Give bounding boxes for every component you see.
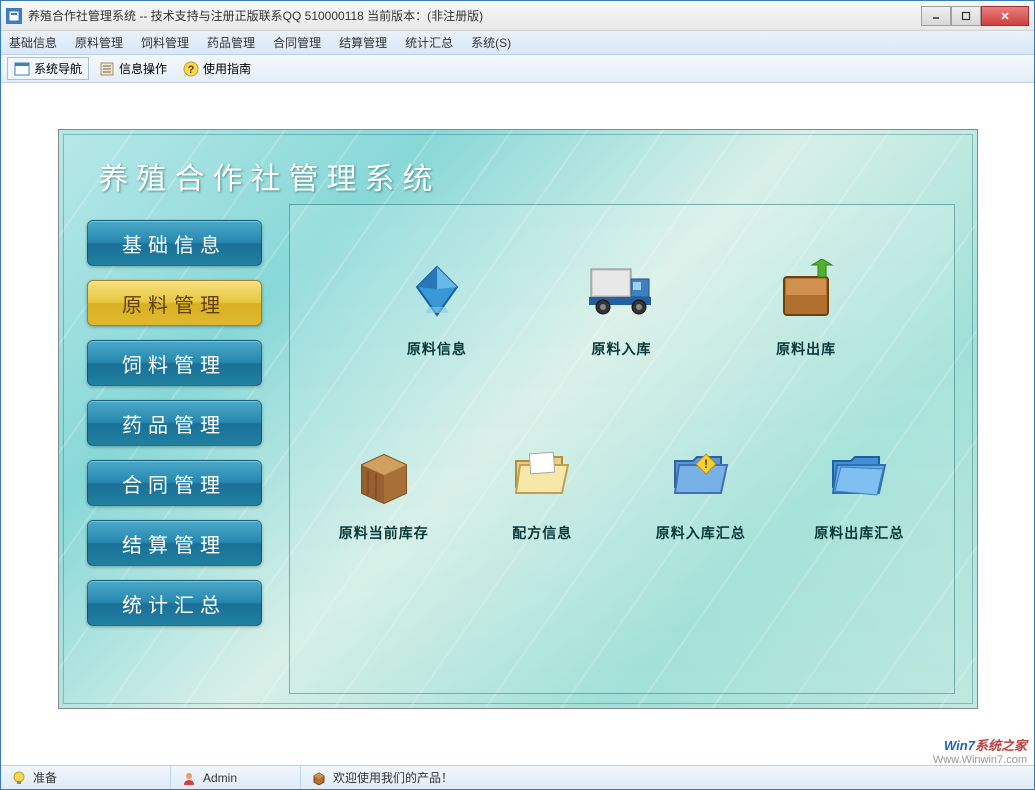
dashboard-panel: 养殖合作社管理系统 基础信息 原料管理 饲料管理 药品管理 合同管理 结算管理 … bbox=[58, 129, 978, 709]
menu-drug-mgmt[interactable]: 药品管理 bbox=[207, 34, 255, 51]
list-icon bbox=[99, 61, 115, 77]
icon-label: 原料当前库存 bbox=[339, 523, 429, 543]
box-icon bbox=[311, 770, 327, 786]
icon-material-info[interactable]: 原料信息 bbox=[350, 255, 525, 359]
minimize-button[interactable] bbox=[921, 6, 951, 26]
titlebar-text: 养殖合作社管理系统 -- 技术支持与注册正版联系QQ 510000118 当前版… bbox=[28, 7, 921, 24]
status-message: 欢迎使用我们的产品！ bbox=[301, 766, 1034, 789]
nav-material-mgmt[interactable]: 原料管理 bbox=[87, 280, 262, 326]
nav-settlement-mgmt[interactable]: 结算管理 bbox=[87, 520, 262, 566]
menubar: 基础信息 原料管理 饲料管理 药品管理 合同管理 结算管理 统计汇总 系统(S) bbox=[1, 31, 1034, 55]
nav-contract-mgmt[interactable]: 合同管理 bbox=[87, 460, 262, 506]
menu-feed-mgmt[interactable]: 饲料管理 bbox=[141, 34, 189, 51]
window-controls bbox=[921, 6, 1029, 26]
status-user-text: Admin bbox=[203, 771, 237, 785]
menu-statistics[interactable]: 统计汇总 bbox=[405, 34, 453, 51]
icon-label: 原料入库 bbox=[591, 339, 651, 359]
menu-contract-mgmt[interactable]: 合同管理 bbox=[273, 34, 321, 51]
icon-panel: 原料信息 原料入库 原料出库 bbox=[289, 204, 955, 694]
diamond-icon bbox=[401, 255, 473, 327]
toolbar: 系统导航 信息操作 ? 使用指南 bbox=[1, 55, 1034, 83]
icon-material-out[interactable]: 原料出库 bbox=[719, 255, 894, 359]
icon-label: 原料出库 bbox=[776, 339, 836, 359]
toolbar-label: 系统导航 bbox=[34, 60, 82, 77]
toolbar-system-nav[interactable]: 系统导航 bbox=[7, 57, 89, 80]
status-ready-text: 准备 bbox=[33, 769, 57, 786]
icon-row-2: 原料当前库存 配方信息 ! 原料入库汇总 bbox=[310, 439, 934, 543]
icon-formula-info[interactable]: 配方信息 bbox=[468, 439, 617, 543]
toolbar-label: 使用指南 bbox=[203, 60, 251, 77]
titlebar[interactable]: 养殖合作社管理系统 -- 技术支持与注册正版联系QQ 510000118 当前版… bbox=[1, 1, 1034, 31]
window-icon bbox=[14, 61, 30, 77]
main-window: 养殖合作社管理系统 -- 技术支持与注册正版联系QQ 510000118 当前版… bbox=[0, 0, 1035, 790]
maximize-button[interactable] bbox=[951, 6, 981, 26]
menu-basic-info[interactable]: 基础信息 bbox=[9, 34, 57, 51]
box-out-icon bbox=[770, 255, 842, 327]
nav-basic-info[interactable]: 基础信息 bbox=[87, 220, 262, 266]
menu-system[interactable]: 系统(S) bbox=[471, 34, 511, 51]
icon-label: 原料入库汇总 bbox=[656, 523, 746, 543]
user-icon bbox=[181, 770, 197, 786]
icon-in-summary[interactable]: ! 原料入库汇总 bbox=[627, 439, 776, 543]
nav-button-group: 基础信息 原料管理 饲料管理 药品管理 合同管理 结算管理 统计汇总 bbox=[87, 220, 262, 626]
close-button[interactable] bbox=[981, 6, 1029, 26]
folder-warn-icon: ! bbox=[665, 439, 737, 511]
bulb-icon bbox=[11, 770, 27, 786]
nav-feed-mgmt[interactable]: 饲料管理 bbox=[87, 340, 262, 386]
icon-out-summary[interactable]: 原料出库汇总 bbox=[785, 439, 934, 543]
icon-material-in[interactable]: 原料入库 bbox=[534, 255, 709, 359]
statusbar: 准备 Admin 欢迎使用我们的产品！ bbox=[1, 765, 1034, 789]
folder-icon bbox=[506, 439, 578, 511]
app-icon bbox=[6, 8, 22, 24]
icon-current-stock[interactable]: 原料当前库存 bbox=[310, 439, 459, 543]
status-ready: 准备 bbox=[1, 766, 171, 789]
toolbar-user-guide[interactable]: ? 使用指南 bbox=[177, 58, 257, 79]
icon-label: 原料信息 bbox=[407, 339, 467, 359]
nav-drug-mgmt[interactable]: 药品管理 bbox=[87, 400, 262, 446]
toolbar-info-operation[interactable]: 信息操作 bbox=[93, 58, 173, 79]
folder-blue-icon bbox=[823, 439, 895, 511]
menu-settlement-mgmt[interactable]: 结算管理 bbox=[339, 34, 387, 51]
svg-text:?: ? bbox=[188, 64, 195, 76]
content-area: 养殖合作社管理系统 基础信息 原料管理 饲料管理 药品管理 合同管理 结算管理 … bbox=[1, 83, 1034, 765]
svg-text:!: ! bbox=[704, 457, 708, 471]
nav-statistics[interactable]: 统计汇总 bbox=[87, 580, 262, 626]
status-message-text: 欢迎使用我们的产品！ bbox=[333, 769, 453, 786]
menu-material-mgmt[interactable]: 原料管理 bbox=[75, 34, 123, 51]
icon-row-1: 原料信息 原料入库 原料出库 bbox=[350, 255, 894, 359]
toolbar-label: 信息操作 bbox=[119, 60, 167, 77]
dashboard-title: 养殖合作社管理系统 bbox=[99, 154, 441, 198]
icon-label: 配方信息 bbox=[512, 523, 572, 543]
status-user: Admin bbox=[171, 766, 301, 789]
icon-label: 原料出库汇总 bbox=[814, 523, 904, 543]
crate-icon bbox=[348, 439, 420, 511]
help-icon: ? bbox=[183, 61, 199, 77]
truck-icon bbox=[585, 255, 657, 327]
